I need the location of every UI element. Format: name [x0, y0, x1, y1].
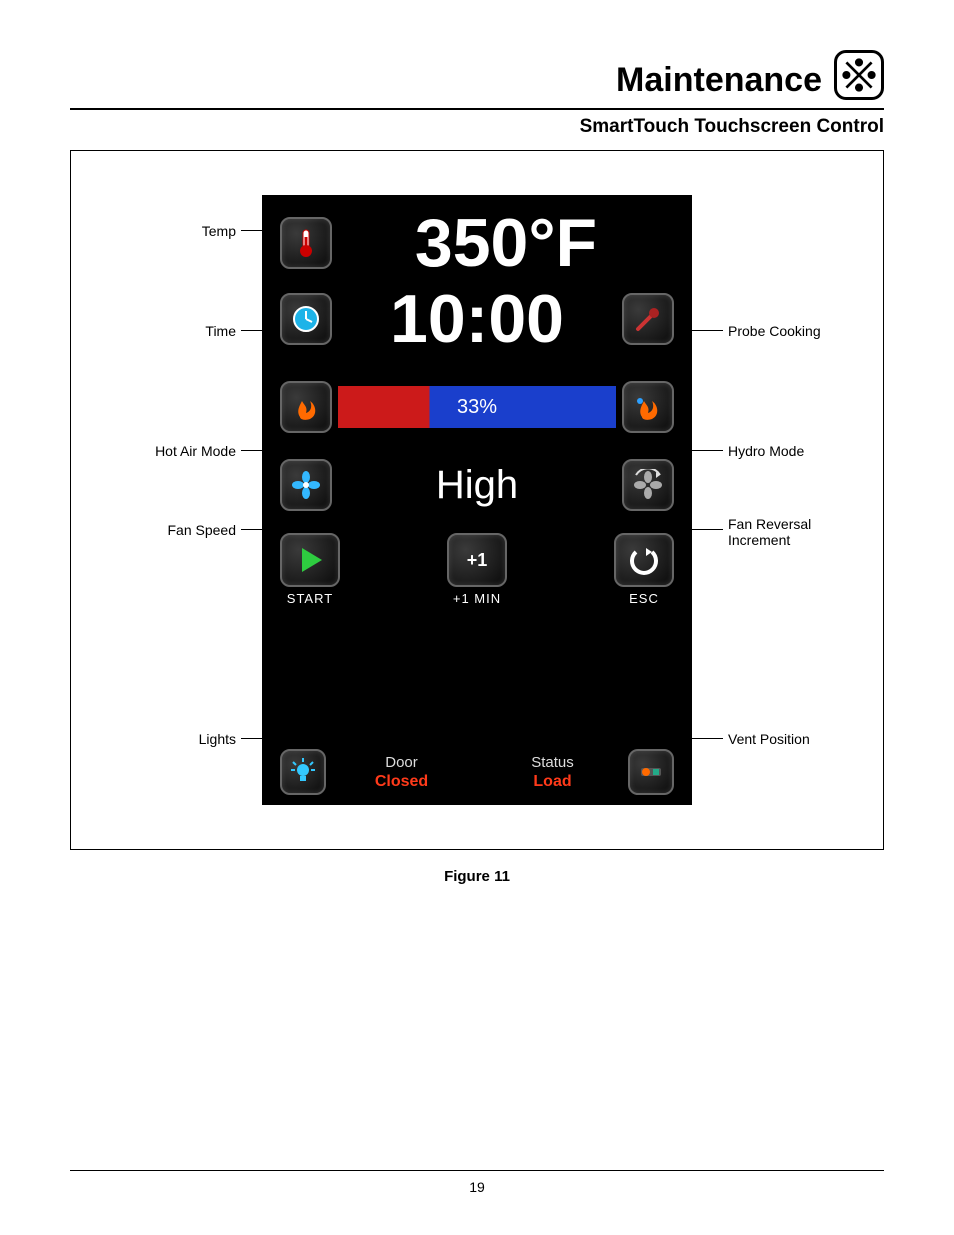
probe-icon[interactable] — [622, 293, 674, 345]
brand-logo-icon — [834, 50, 884, 100]
callout-fan-reversal: Fan Reversal Increment — [728, 516, 883, 548]
vent-position-button[interactable] — [628, 749, 674, 795]
hot-air-icon[interactable] — [280, 381, 332, 433]
fan-speed-icon[interactable] — [280, 459, 332, 511]
hydro-icon[interactable] — [622, 381, 674, 433]
esc-button[interactable] — [614, 533, 674, 587]
start-label: START — [287, 591, 333, 606]
mode-bar[interactable]: 33% — [338, 386, 616, 428]
fan-reversal-icon[interactable] — [622, 459, 674, 511]
page-subtitle: SmartTouch Touchscreen Control — [70, 116, 884, 138]
figure-caption: Figure 11 — [70, 868, 884, 885]
callout-fan-speed: Fan Speed — [71, 522, 236, 538]
start-button[interactable] — [280, 533, 340, 587]
page-number: 19 — [469, 1179, 485, 1195]
callout-time: Time — [71, 323, 236, 339]
callout-hot-air: Hot Air Mode — [71, 443, 236, 459]
callout-lights: Lights — [71, 731, 236, 747]
plus-one-label: +1 MIN — [453, 591, 501, 606]
page-header: Maintenance — [70, 50, 884, 110]
status-value: Load — [533, 773, 571, 791]
status-label: Status — [531, 754, 574, 771]
clock-icon[interactable] — [280, 293, 332, 345]
svg-text:+1: +1 — [467, 550, 488, 570]
figure-frame: Temp Time Hot Air Mode Fan Speed Lights … — [70, 150, 884, 850]
mode-percentage: 33% — [457, 396, 497, 419]
esc-label: ESC — [629, 591, 659, 606]
temp-icon[interactable] — [280, 217, 332, 269]
callout-probe: Probe Cooking — [728, 323, 883, 339]
door-value: Closed — [375, 773, 428, 791]
section-title: Maintenance — [616, 61, 822, 100]
callout-temp: Temp — [71, 223, 236, 239]
lights-button[interactable] — [280, 749, 326, 795]
temperature-value: 350°F — [338, 209, 674, 277]
touchscreen: 350°F 10:00 33% — [262, 195, 692, 805]
fan-speed-value: High — [332, 463, 622, 508]
callout-hydro: Hydro Mode — [728, 443, 883, 459]
page-footer: 19 — [70, 1170, 884, 1195]
plus-one-min-button[interactable]: +1 — [447, 533, 507, 587]
door-label: Door — [385, 754, 418, 771]
callout-vent: Vent Position — [728, 731, 883, 747]
time-value: 10:00 — [338, 285, 616, 353]
